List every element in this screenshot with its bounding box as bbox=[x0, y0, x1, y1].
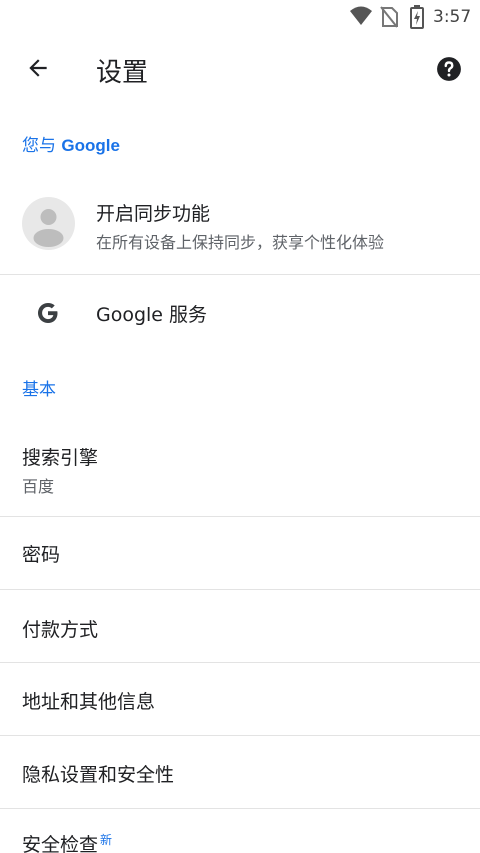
avatar bbox=[22, 197, 75, 250]
battery-charging-icon bbox=[410, 5, 424, 33]
sync-subtitle: 在所有设备上保持同步，获享个性化体验 bbox=[96, 233, 385, 252]
new-badge: 新 bbox=[100, 832, 113, 847]
section-prefix: 您与 bbox=[22, 136, 62, 156]
section-header-basic: 基本 bbox=[22, 380, 56, 400]
search-engine-value: 百度 bbox=[22, 477, 55, 496]
section-brand: Google bbox=[61, 136, 120, 155]
payment-methods-title: 付款方式 bbox=[22, 619, 99, 641]
page-title: 设置 bbox=[96, 58, 149, 88]
section-header-you-and-google: 您与 Google bbox=[22, 131, 120, 156]
safety-check-label: 安全检查 bbox=[22, 834, 99, 853]
status-time: 3:57 bbox=[433, 7, 472, 27]
wifi-icon bbox=[350, 6, 372, 30]
search-engine-title: 搜索引擎 bbox=[22, 447, 99, 469]
help-button[interactable] bbox=[436, 56, 462, 82]
back-button[interactable] bbox=[22, 54, 54, 86]
app-bar: 设置 bbox=[0, 34, 480, 106]
addresses-title: 地址和其他信息 bbox=[22, 691, 156, 713]
arrow-back-icon bbox=[25, 55, 51, 85]
google-services-label: Google 服务 bbox=[96, 304, 208, 326]
safety-check-title: 安全检查新 bbox=[22, 830, 112, 853]
help-icon bbox=[436, 57, 462, 86]
status-bar: 3:57 bbox=[0, 0, 480, 34]
passwords-title: 密码 bbox=[22, 544, 61, 566]
no-sim-icon bbox=[380, 6, 398, 32]
sync-title: 开启同步功能 bbox=[96, 203, 211, 225]
google-g-icon bbox=[36, 301, 60, 325]
privacy-title: 隐私设置和安全性 bbox=[22, 764, 175, 786]
google-services-row[interactable] bbox=[0, 275, 480, 350]
passwords-row[interactable] bbox=[0, 517, 480, 589]
